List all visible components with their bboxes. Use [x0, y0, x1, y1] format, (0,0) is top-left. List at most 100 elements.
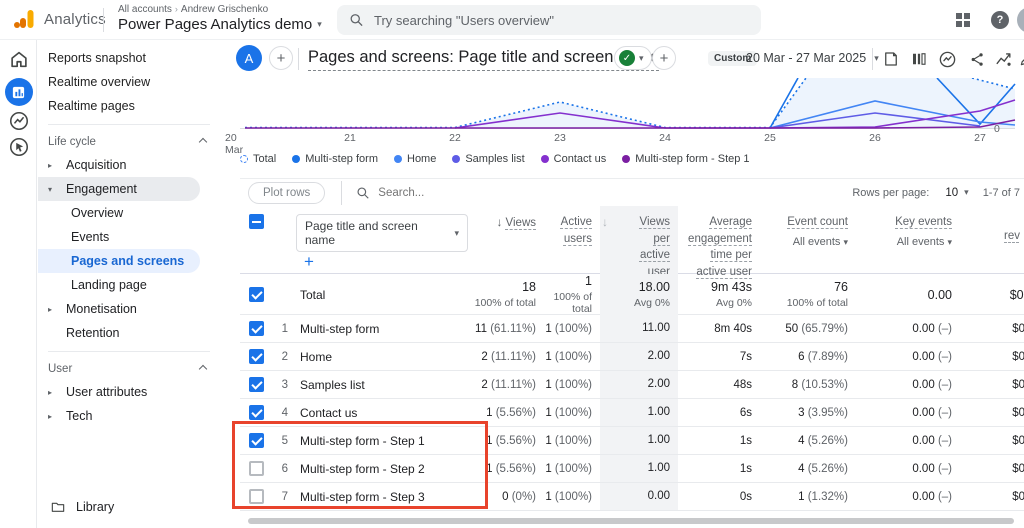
total-active-users: 1100% of total — [544, 274, 600, 315]
nav-reports-snapshot[interactable]: Reports snapshot — [38, 46, 220, 70]
report-title[interactable]: Pages and screens: Page title and screen… — [308, 48, 659, 71]
report-nav: Reports snapshot Realtime overview Realt… — [38, 40, 220, 528]
horizontal-scrollbar[interactable] — [248, 518, 1014, 524]
expand-icon: ▸ — [48, 388, 52, 397]
explore-icon[interactable] — [0, 110, 37, 132]
dimension-selector[interactable]: Page title and screen name ▾ — [296, 214, 468, 252]
row-checkbox[interactable] — [249, 321, 264, 336]
table-search-input[interactable] — [378, 187, 558, 199]
col-header-active-users[interactable]: Active users — [544, 206, 600, 281]
total-label: Total — [296, 288, 468, 302]
comparison-icon[interactable] — [908, 48, 930, 70]
breadcrumb[interactable]: All accounts›Andrew Grischenko — [118, 4, 268, 15]
table-row: 6 Multi-step form - Step 2 1 (5.56%) 1 (… — [240, 455, 1024, 483]
date-range-selector[interactable]: 20 Mar - 27 Mar 2025 ▾ — [746, 51, 879, 65]
nav-section-life-cycle[interactable]: Life cycle — [38, 131, 220, 153]
row-checkbox[interactable] — [249, 489, 264, 504]
diagnostics-grid-icon[interactable] — [952, 9, 974, 31]
insights-icon[interactable] — [936, 48, 958, 70]
add-report-button[interactable]: + — [652, 46, 676, 70]
nav-pages-and-screens-selected[interactable]: Pages and screens — [38, 249, 200, 273]
global-search-input[interactable] — [374, 13, 749, 28]
global-search[interactable] — [337, 5, 761, 35]
chevron-up-icon — [199, 365, 207, 373]
nav-acquisition[interactable]: ▸ Acquisition — [38, 153, 220, 177]
table-row: 5 Multi-step form - Step 1 1 (5.56%) 1 (… — [240, 427, 1024, 455]
nav-monetisation[interactable]: ▸ Monetisation — [38, 297, 220, 321]
nav-section-user[interactable]: User — [38, 358, 220, 380]
report-tab-avatar[interactable]: A — [236, 45, 262, 71]
row-checkbox[interactable] — [249, 461, 264, 476]
add-tab-button[interactable]: + — [269, 46, 293, 70]
property-selector[interactable]: Power Pages Analytics demo ▾ — [118, 16, 322, 33]
col-header-key-events[interactable]: Key events All events ▾ — [856, 206, 960, 281]
col-header-revenue-clipped[interactable]: rev — [960, 206, 1024, 281]
legend-dot-icon — [541, 155, 549, 163]
header-divider — [298, 48, 299, 70]
analytics-logo[interactable]: Analytics — [12, 7, 106, 31]
nav-retention[interactable]: Retention — [38, 321, 220, 345]
col-header-views[interactable]: ↓Views — [468, 206, 544, 281]
chevron-right-icon: › — [175, 4, 178, 14]
nav-realtime-overview[interactable]: Realtime overview — [38, 70, 220, 94]
analytics-logo-icon — [12, 7, 36, 31]
legend-step-1: Multi-step form - Step 1 — [622, 153, 749, 165]
col-header-views-per-active-user[interactable]: ↓Views per active user — [600, 206, 678, 281]
product-name: Analytics — [44, 11, 106, 28]
row-index: 3 — [272, 379, 296, 391]
legend-dot-icon — [292, 155, 300, 163]
chevron-down-icon: ▾ — [843, 237, 848, 247]
edit-pencil-icon[interactable] — [1016, 48, 1024, 70]
col-header-event-count[interactable]: Event count All events ▾ — [760, 206, 856, 281]
nav-events[interactable]: Events — [38, 225, 220, 249]
home-icon[interactable] — [0, 48, 37, 70]
select-all-checkbox[interactable] — [249, 214, 264, 229]
collapse-icon: ▾ — [48, 185, 52, 194]
chevron-down-icon: ▾ — [454, 228, 459, 239]
table-search[interactable] — [356, 186, 558, 200]
help-icon[interactable]: ? — [989, 9, 1011, 31]
sort-desc-icon: ↓ — [497, 214, 503, 231]
nav-landing-page[interactable]: Landing page — [38, 273, 220, 297]
table-header: Page title and screen name ▾ + ↓Views Ac… — [240, 206, 1024, 274]
nav-library[interactable]: Library — [38, 494, 114, 520]
x-tick-23: 23 — [540, 132, 580, 144]
y-axis-zero-label: 0 — [994, 123, 1000, 135]
plot-rows-button[interactable]: Plot rows — [248, 182, 325, 204]
reports-icon-active[interactable] — [0, 78, 37, 106]
row-checkbox[interactable] — [249, 405, 264, 420]
total-row-checkbox[interactable] — [249, 287, 264, 302]
row-index: 6 — [272, 463, 296, 475]
total-revenue: $0.00 — [960, 288, 1024, 302]
x-tick-21: 21 — [330, 132, 370, 144]
col-header-avg-engagement-time[interactable]: Average engagement time per active user — [678, 206, 760, 281]
report-header: A + Pages and screens: Page title and sc… — [224, 40, 1024, 78]
total-key-events: 0.00 — [856, 288, 960, 302]
user-avatar[interactable] — [1017, 7, 1024, 33]
total-views: 18100% of total — [468, 280, 544, 309]
row-checkbox[interactable] — [249, 349, 264, 364]
row-checkbox[interactable] — [249, 433, 264, 448]
nav-engagement[interactable]: ▾ Engagement — [38, 177, 200, 201]
nav-engagement-overview[interactable]: Overview — [38, 201, 220, 225]
nav-realtime-pages[interactable]: Realtime pages — [38, 94, 220, 118]
row-checkbox[interactable] — [249, 377, 264, 392]
nav-tech[interactable]: ▸ Tech — [38, 404, 220, 428]
key-events-filter[interactable]: All events ▾ — [856, 235, 952, 251]
feedback-note-icon[interactable] — [880, 48, 902, 70]
advertising-icon[interactable] — [0, 136, 37, 158]
header-divider — [872, 48, 873, 70]
add-dimension-button[interactable]: + — [304, 252, 314, 271]
table-row: 2 Home 2 (11.11%) 1 (100%) 2.00 7s 6 (7.… — [240, 343, 1024, 371]
explore-report-icon[interactable] — [992, 48, 1014, 70]
row-index: 4 — [272, 407, 296, 419]
topbar-divider — [103, 8, 104, 32]
report-saved-badge[interactable]: ✓ ▾ — [614, 46, 652, 70]
table-row: 4 Contact us 1 (5.56%) 1 (100%) 1.00 6s … — [240, 399, 1024, 427]
rows-per-page-value[interactable]: 10 — [945, 187, 958, 199]
rows-per-page[interactable]: Rows per page: 10 ▾ — [852, 187, 982, 199]
chevron-down-icon: ▾ — [964, 187, 969, 198]
nav-user-attributes[interactable]: ▸ User attributes — [38, 380, 220, 404]
share-icon[interactable] — [966, 48, 988, 70]
event-count-filter[interactable]: All events ▾ — [760, 235, 848, 251]
